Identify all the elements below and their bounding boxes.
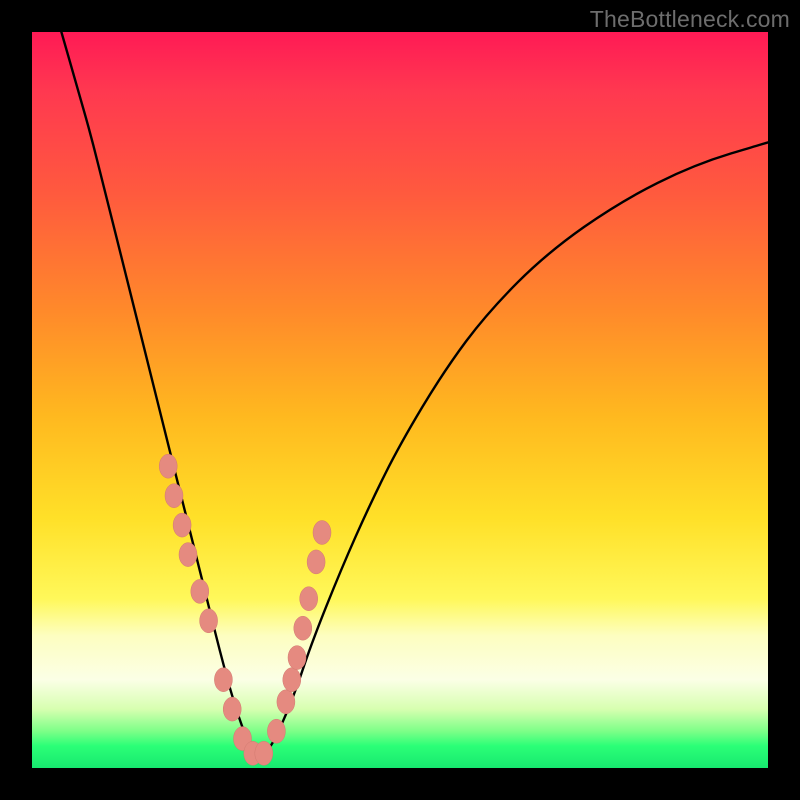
sample-dot xyxy=(159,454,177,478)
sample-dots-group xyxy=(159,454,331,765)
sample-dot xyxy=(307,550,325,574)
sample-dot xyxy=(313,521,331,545)
plot-area xyxy=(32,32,768,768)
sample-dot xyxy=(294,616,312,640)
sample-dot xyxy=(300,587,318,611)
bottleneck-curve xyxy=(61,32,768,753)
sample-dot xyxy=(223,697,241,721)
sample-dot xyxy=(179,543,197,567)
chart-frame: TheBottleneck.com xyxy=(0,0,800,800)
sample-dot xyxy=(283,668,301,692)
bottleneck-curve-svg xyxy=(32,32,768,768)
watermark-text: TheBottleneck.com xyxy=(590,6,790,33)
sample-dot xyxy=(255,741,273,765)
sample-dot xyxy=(173,513,191,537)
sample-dot xyxy=(191,579,209,603)
sample-dot xyxy=(277,690,295,714)
sample-dot xyxy=(267,719,285,743)
sample-dot xyxy=(165,484,183,508)
sample-dot xyxy=(200,609,218,633)
sample-dot xyxy=(214,668,232,692)
sample-dot xyxy=(288,646,306,670)
